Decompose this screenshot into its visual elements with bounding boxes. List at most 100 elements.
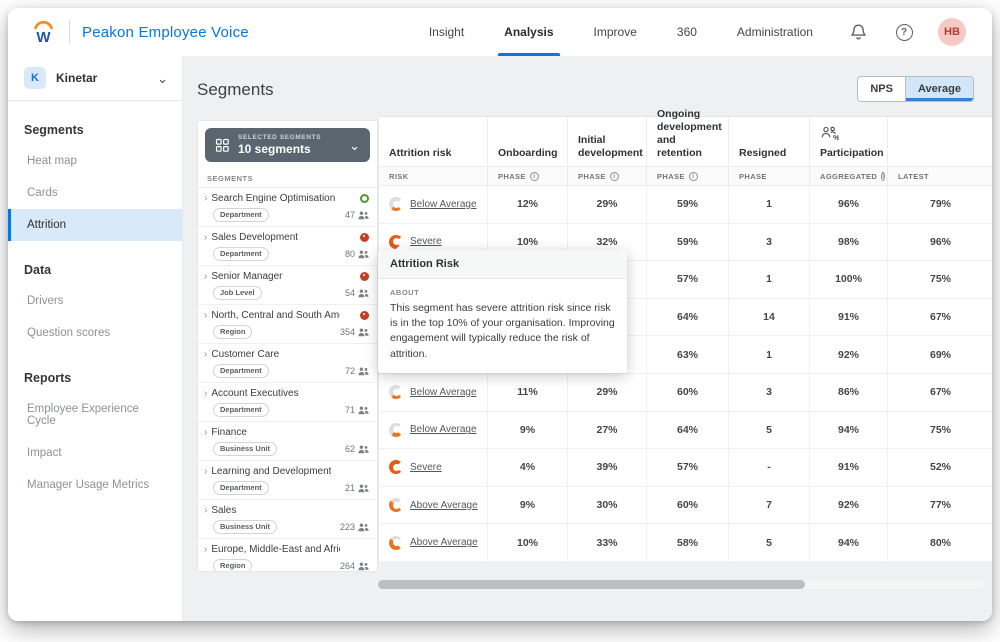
segment-name: Senior Manager xyxy=(211,271,282,282)
segment-name: Sales xyxy=(211,505,236,516)
cell-latest: 75% xyxy=(888,261,992,299)
segment-name: Europe, Middle-East and Africa xyxy=(211,544,340,555)
segment-name-row: ›Learning and Development xyxy=(204,466,345,477)
toggle-average[interactable]: Average xyxy=(905,77,973,101)
selected-segments-dropdown[interactable]: SELECTED SEGMENTS 10 segments ⌄ xyxy=(205,128,370,162)
sidebar-item-employee-experience-cycle[interactable]: Employee Experience Cycle xyxy=(8,393,182,437)
cell-resigned: - xyxy=(729,449,810,487)
tab-360[interactable]: 360 xyxy=(675,8,699,56)
tab-administration[interactable]: Administration xyxy=(735,8,815,56)
sidebar-item-question-scores[interactable]: Question scores xyxy=(8,317,182,349)
sidebar-item-impact[interactable]: Impact xyxy=(8,437,182,469)
cell-aggregated: 86% xyxy=(810,374,888,412)
segment-name-row: ›Customer Care xyxy=(204,349,345,360)
sidebar-heading-segments: Segments xyxy=(8,115,182,145)
segment-row-north-central-and-south-america[interactable]: ›North, Central and South AmericaRegion3… xyxy=(198,305,377,344)
info-icon[interactable]: i xyxy=(530,172,539,181)
segment-type-badge: Department xyxy=(213,247,269,261)
cell-aggregated: 94% xyxy=(810,524,888,562)
risk-cell: Above Average xyxy=(379,487,488,525)
horizontal-scrollbar-thumb[interactable] xyxy=(378,580,805,589)
tab-analysis[interactable]: Analysis xyxy=(502,8,555,56)
chevron-right-icon: › xyxy=(204,505,207,516)
svg-text:%: % xyxy=(833,133,839,141)
risk-link[interactable]: Above Average xyxy=(410,500,478,511)
tab-improve[interactable]: Improve xyxy=(592,8,639,56)
info-icon[interactable]: i xyxy=(610,172,619,181)
cell-latest: 79% xyxy=(888,186,992,224)
segment-type-badge: Department xyxy=(213,403,269,417)
cell-ongoing: 64% xyxy=(647,412,729,450)
risk-link[interactable]: Below Average xyxy=(410,424,477,435)
help-icon[interactable]: ? xyxy=(892,20,916,44)
segment-name: Account Executives xyxy=(211,388,298,399)
horizontal-scrollbar-track[interactable] xyxy=(378,580,984,589)
sidebar: K Kinetar ⌄ SegmentsHeat mapCardsAttriti… xyxy=(8,56,183,621)
segment-name-row: ›North, Central and South America xyxy=(204,310,340,321)
segment-row-senior-manager[interactable]: ›Senior ManagerJob Level54 xyxy=(198,266,377,305)
sidebar-section-segments: SegmentsHeat mapCardsAttrition xyxy=(8,115,182,241)
team-selector[interactable]: K Kinetar ⌄ xyxy=(8,56,182,101)
cell-initial: 30% xyxy=(568,487,647,525)
user-avatar[interactable]: HB xyxy=(938,18,966,46)
sidebar-item-attrition[interactable]: Attrition xyxy=(8,209,182,241)
risk-cell: Below Average xyxy=(379,412,488,450)
info-icon[interactable]: i xyxy=(881,172,885,181)
segment-type-badge: Department xyxy=(213,364,269,378)
sidebar-item-cards[interactable]: Cards xyxy=(8,177,182,209)
participation-icon: % xyxy=(820,126,877,141)
segment-row-europe-middle-east-and-africa[interactable]: ›Europe, Middle-East and AfricaRegion264 xyxy=(198,539,377,572)
segment-name-row: › Sales xyxy=(204,505,340,516)
topbar: W Peakon Employee Voice InsightAnalysisI… xyxy=(8,8,992,56)
segment-employee-count: 54 xyxy=(345,288,369,298)
notifications-bell-icon[interactable] xyxy=(846,20,870,44)
cell-aggregated: 98% xyxy=(810,224,888,262)
segment-row-sales[interactable]: ›SalesBusiness Unit223 xyxy=(198,500,377,539)
cell-aggregated: 92% xyxy=(810,336,888,374)
cell-latest: 67% xyxy=(888,374,992,412)
risk-link[interactable]: Severe xyxy=(410,236,442,247)
primary-nav: Insight Analysis Improve 360 Administration xyxy=(427,8,815,56)
segment-row-search-engine-optimisation[interactable]: ›Search Engine OptimisationDepartment47 xyxy=(198,188,377,227)
segment-name: North, Central and South America xyxy=(211,310,340,321)
sidebar-heading-reports: Reports xyxy=(8,363,182,393)
workday-logo-icon: W xyxy=(30,21,57,44)
cell-aggregated: 96% xyxy=(810,186,888,224)
segment-employee-count: 264 xyxy=(340,561,369,571)
segment-row-account-executives[interactable]: ›Account ExecutivesDepartment71 xyxy=(198,383,377,422)
risk-link[interactable]: Severe xyxy=(410,462,442,473)
risk-link[interactable]: Below Average xyxy=(410,199,477,210)
risk-cell: Below Average xyxy=(379,374,488,412)
segment-row-learning-and-development[interactable]: ›Learning and DevelopmentDepartment21 xyxy=(198,461,377,500)
chevron-down-icon: ⌄ xyxy=(157,72,168,85)
people-icon xyxy=(358,328,369,337)
segment-info: ›Europe, Middle-East and AfricaRegion xyxy=(204,544,340,572)
main-area: Segments NPSAverage SELECTED SEGMENTS xyxy=(183,56,992,621)
segment-employee-count: 72 xyxy=(345,366,369,376)
subheader-phase: PHASE xyxy=(729,166,810,186)
toggle-nps[interactable]: NPS xyxy=(858,77,905,101)
sidebar-item-heat-map[interactable]: Heat map xyxy=(8,145,182,177)
tab-insight[interactable]: Insight xyxy=(427,8,466,56)
table-body: Below Average12%29%59%196%79%Severe10%32… xyxy=(379,186,992,562)
segment-row-finance[interactable]: ›FinanceBusiness Unit62 xyxy=(198,422,377,461)
risk-link[interactable]: Below Average xyxy=(410,387,477,398)
segment-meta: 72 xyxy=(345,349,369,378)
page-title: Segments xyxy=(197,80,274,100)
sidebar-item-manager-usage-metrics[interactable]: Manager Usage Metrics xyxy=(8,469,182,501)
segment-row-customer-care[interactable]: ›Customer Care Department 72 xyxy=(198,344,377,383)
cell-latest: 77% xyxy=(888,487,992,525)
info-icon[interactable]: i xyxy=(689,172,698,181)
cell-aggregated: 94% xyxy=(810,412,888,450)
cell-resigned: 3 xyxy=(729,224,810,262)
column-header-initial-development: Initial development xyxy=(568,117,647,166)
segment-row-sales-development[interactable]: ›Sales DevelopmentDepartment80 xyxy=(198,227,377,266)
risk-link[interactable]: Above Average xyxy=(410,537,478,548)
sidebar-item-drivers[interactable]: Drivers xyxy=(8,285,182,317)
divider xyxy=(69,20,70,44)
segment-name: Search Engine Optimisation xyxy=(211,193,335,204)
cell-resigned: 5 xyxy=(729,412,810,450)
cell-ongoing: 60% xyxy=(647,374,729,412)
segment-info: ›Senior ManagerJob Level xyxy=(204,271,345,300)
segment-employee-count: 71 xyxy=(345,405,369,415)
